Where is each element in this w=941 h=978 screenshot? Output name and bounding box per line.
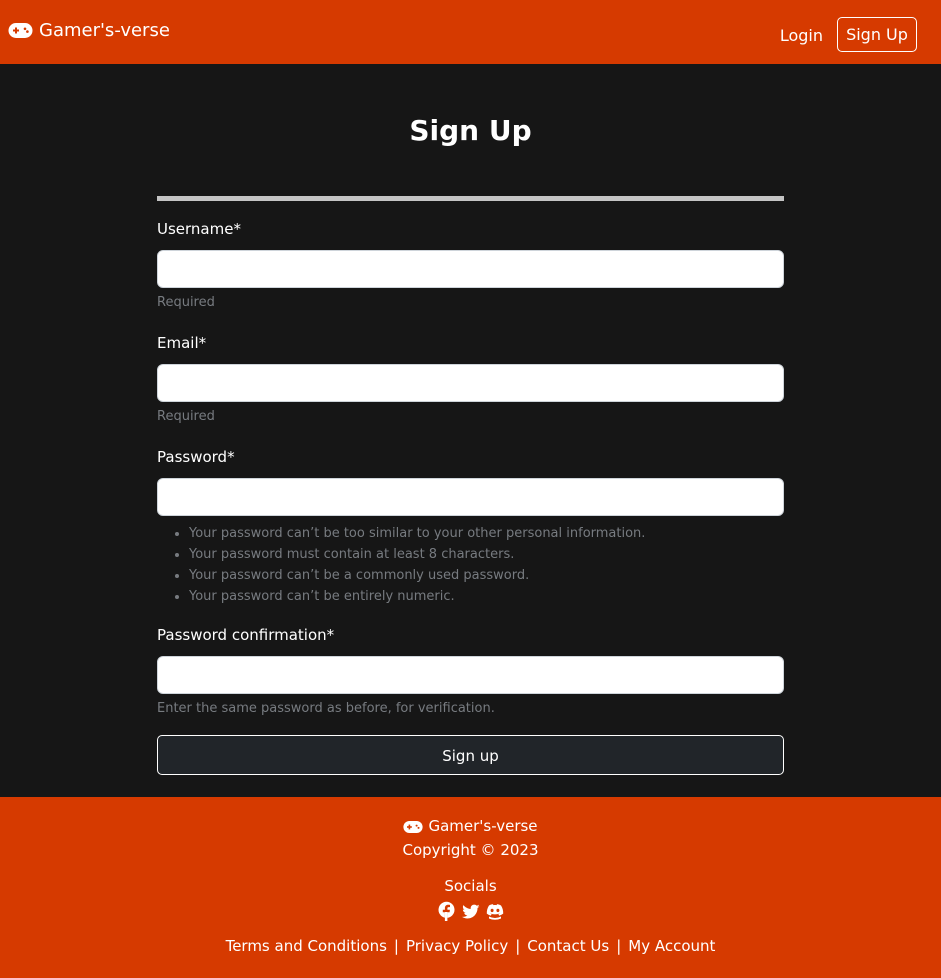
my-account-link[interactable]: My Account <box>628 937 715 955</box>
link-separator: | <box>393 937 399 955</box>
email-label: Email* <box>157 334 207 352</box>
password-input[interactable] <box>157 478 784 516</box>
nav-login-link[interactable]: Login <box>780 26 823 45</box>
password-requirement: Your password can’t be entirely numeric. <box>189 586 784 607</box>
password-confirmation-help: Enter the same password as before, for v… <box>157 701 495 716</box>
username-label: Username* <box>157 220 241 238</box>
footer-brand-text: Gamer's-verse <box>428 817 538 835</box>
link-separator: | <box>616 937 622 955</box>
password-label: Password* <box>157 448 235 466</box>
password-confirmation-input[interactable] <box>157 656 784 694</box>
privacy-link[interactable]: Privacy Policy <box>406 937 508 955</box>
password-requirement: Your password must contain at least 8 ch… <box>189 544 784 565</box>
social-links <box>0 901 941 921</box>
title-divider <box>157 196 784 201</box>
email-help: Required <box>157 409 215 424</box>
gamepad-icon <box>403 819 424 833</box>
navbar: Gamer's-verse Login Sign Up <box>0 0 941 64</box>
password-requirement: Your password can’t be a commonly used p… <box>189 565 784 586</box>
navbar-brand-link[interactable]: Gamer's-verse <box>8 20 170 41</box>
footer-links: Terms and Conditions | Privacy Policy | Cont… <box>0 936 941 956</box>
page-title: Sign Up <box>409 114 532 147</box>
main-content: Sign Up Username* Required Email* Requir… <box>0 64 941 797</box>
nav-signup-button[interactable]: Sign Up <box>837 17 917 52</box>
discord-icon[interactable] <box>486 901 504 921</box>
signup-form: Username* Required Email* Required Passw… <box>157 219 784 775</box>
password-requirement: Your password can’t be too similar to yo… <box>189 523 784 544</box>
contact-link[interactable]: Contact Us <box>527 937 609 955</box>
gamepad-icon <box>8 22 33 39</box>
signup-submit-button[interactable]: Sign up <box>157 735 784 775</box>
footer: Gamer's-verse Copyright © 2023 Socials T… <box>0 797 941 978</box>
link-separator: | <box>515 937 521 955</box>
footer-brand: Gamer's-verse <box>0 816 941 836</box>
terms-link[interactable]: Terms and Conditions <box>226 937 387 955</box>
username-input[interactable] <box>157 250 784 288</box>
username-help: Required <box>157 295 215 310</box>
facebook-icon[interactable] <box>438 901 455 921</box>
navbar-brand-text: Gamer's-verse <box>39 20 170 41</box>
copyright-text: Copyright © 2023 <box>402 841 539 859</box>
twitter-icon[interactable] <box>462 901 480 921</box>
password-requirements-list: Your password can’t be too similar to yo… <box>157 523 784 607</box>
socials-heading: Socials <box>444 877 497 895</box>
email-input[interactable] <box>157 364 784 402</box>
password-confirmation-label: Password confirmation* <box>157 626 335 644</box>
